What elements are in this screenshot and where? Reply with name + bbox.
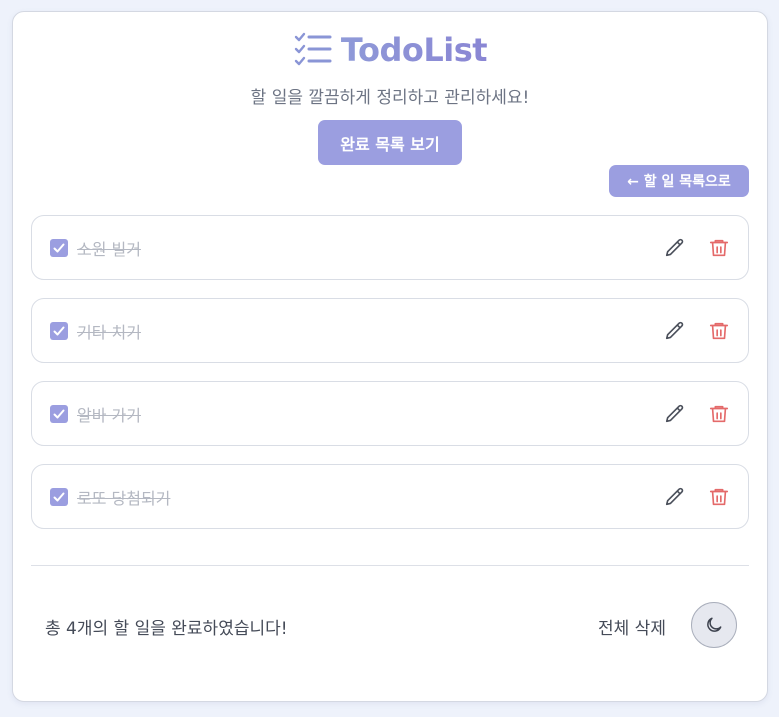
edit-button[interactable]	[663, 402, 687, 426]
todo-text: 로또 당첨되기	[77, 488, 171, 508]
todo-item: 소원 빌거	[31, 215, 749, 280]
edit-button[interactable]	[663, 485, 687, 509]
trash-icon	[709, 322, 729, 339]
edit-button[interactable]	[663, 236, 687, 260]
todo-item: 기타 치기	[31, 298, 749, 363]
todo-item: 알바 가기	[31, 381, 749, 446]
app-header: TodoList	[13, 30, 767, 70]
todo-text: 기타 치기	[77, 322, 141, 342]
check-icon	[53, 409, 65, 418]
check-icon	[53, 492, 65, 501]
trash-icon	[709, 239, 729, 256]
todo-text: 알바 가기	[77, 405, 141, 425]
delete-button[interactable]	[707, 236, 731, 260]
pencil-icon	[665, 321, 684, 339]
todo-checkbox[interactable]	[50, 238, 68, 257]
todo-text: 소원 빌거	[77, 239, 141, 259]
check-icon	[53, 326, 65, 335]
show-completed-button[interactable]: 완료 목록 보기	[318, 120, 462, 165]
todo-item: 로또 당첨되기	[31, 464, 749, 529]
delete-button[interactable]	[707, 485, 731, 509]
todo-checkbox[interactable]	[50, 487, 68, 506]
trash-icon	[709, 405, 729, 422]
app-subtitle: 할 일을 깔끔하게 정리하고 관리하세요!	[250, 88, 530, 108]
todo-card: TodoList 할 일을 깔끔하게 정리하고 관리하세요! 완료 목록 보기 …	[12, 11, 768, 702]
footer-divider	[31, 565, 749, 566]
app-title: TodoList	[340, 31, 488, 69]
pencil-icon	[665, 404, 684, 422]
todo-checkbox[interactable]	[50, 321, 68, 340]
delete-all-button[interactable]: 전체 삭제	[598, 614, 666, 639]
trash-icon	[709, 488, 729, 505]
check-icon	[53, 243, 65, 252]
moon-icon	[707, 617, 722, 632]
todo-checkbox[interactable]	[50, 404, 68, 423]
back-to-list-button[interactable]: ← 할 일 목록으로	[609, 165, 749, 197]
theme-toggle-button[interactable]	[691, 602, 737, 648]
completed-summary: 총 4개의 할 일을 완료하였습니다!	[45, 619, 288, 639]
todo-list: 소원 빌거 기타 치기 알바 가기 로또 당첨되기	[31, 215, 749, 547]
delete-button[interactable]	[707, 319, 731, 343]
delete-button[interactable]	[707, 402, 731, 426]
edit-button[interactable]	[663, 319, 687, 343]
pencil-icon	[665, 238, 684, 256]
checklist-icon	[294, 32, 332, 66]
pencil-icon	[665, 487, 684, 505]
